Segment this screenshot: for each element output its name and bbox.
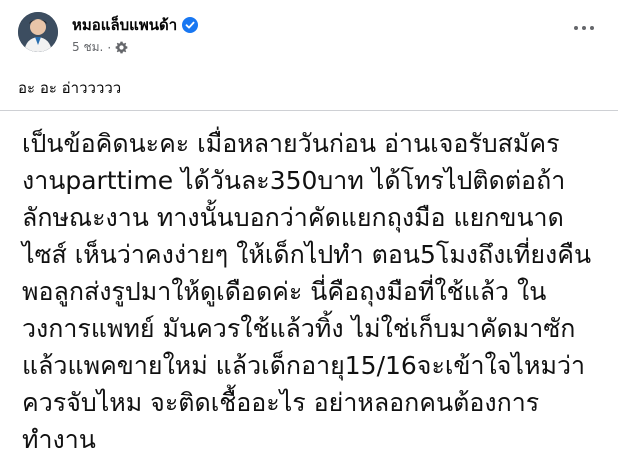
more-dot [574,26,578,30]
author-name-row: หมอแล็บแพนด้า [72,13,199,37]
avatar[interactable] [18,12,58,52]
post-caption: อะ อะ อ่าววววว [18,79,122,97]
verified-badge-icon [182,17,199,33]
gear-icon[interactable] [115,41,128,54]
author-name[interactable]: หมอแล็บแพนด้า [72,13,177,37]
post-image[interactable]: เป็นข้อคิดนะคะ เมื่อหลายวันก่อน อ่านเจอร… [0,111,618,467]
more-dot [590,26,594,30]
post-time[interactable]: 5 ชม. [72,38,103,57]
more-dot [582,26,586,30]
post-image-text: เป็นข้อคิดนะคะ เมื่อหลายวันก่อน อ่านเจอร… [22,129,592,454]
post-meta: 5 ชม. · [72,38,128,57]
meta-separator: · [107,40,112,55]
more-options-icon[interactable] [570,18,598,38]
